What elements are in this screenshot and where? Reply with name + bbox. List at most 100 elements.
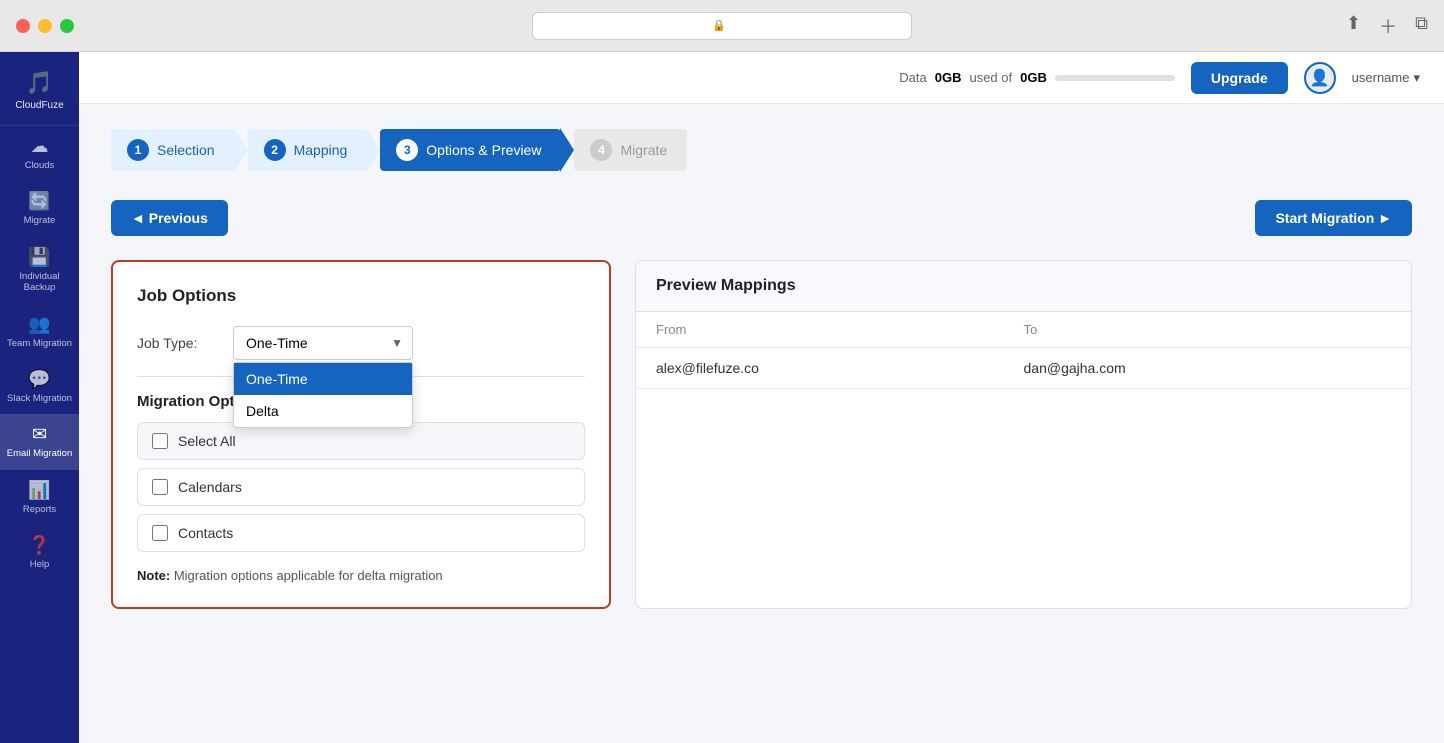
maximize-button[interactable] — [60, 19, 74, 33]
preview-col-headers: From To — [636, 312, 1411, 348]
data-usage-bar — [1055, 75, 1175, 81]
step-2[interactable]: 2 Mapping — [248, 128, 381, 172]
sidebar-item-email-migration[interactable]: ✉ Email Migration — [0, 414, 79, 469]
app-layout: 🎵 CloudFuze ☁ Clouds 🔄 Migrate 💾 Individ… — [0, 52, 1444, 743]
contacts-checkbox[interactable] — [152, 525, 168, 541]
dropdown-menu: One-Time Delta — [233, 362, 413, 428]
preview-header: Preview Mappings — [636, 261, 1411, 312]
calendars-checkbox[interactable] — [152, 479, 168, 495]
team-icon: 👥 — [28, 314, 50, 335]
contacts-label: Contacts — [178, 525, 233, 541]
top-bar: Data 0GB used of 0GB Upgrade 👤 username … — [79, 52, 1444, 104]
sidebar-item-help[interactable]: ❓ Help — [0, 525, 79, 580]
step-arrow-3 — [560, 128, 574, 172]
window-actions: ⬆ ＋ ⧉ — [1346, 13, 1428, 39]
sidebar-item-clouds[interactable]: ☁ Clouds — [0, 126, 79, 181]
data-label: Data — [899, 70, 926, 85]
share-icon[interactable]: ⬆ — [1346, 13, 1361, 39]
upgrade-button[interactable]: Upgrade — [1191, 62, 1288, 94]
address-bar[interactable]: 🔒 — [532, 12, 912, 40]
note-prefix: Note: — [137, 568, 170, 583]
previous-button[interactable]: ◄ Previous — [111, 200, 228, 236]
step-label-migrate: Migrate — [620, 142, 667, 158]
job-type-select[interactable]: One-Time Delta — [233, 326, 413, 360]
close-button[interactable] — [16, 19, 30, 33]
clouds-icon: ☁ — [31, 136, 49, 157]
select-all-label: Select All — [178, 433, 236, 449]
step-arrow-2 — [366, 128, 380, 172]
preview-from-cell: alex@filefuze.co — [656, 360, 1024, 376]
step-3[interactable]: 3 Options & Preview — [380, 128, 574, 172]
sidebar-item-migrate[interactable]: 🔄 Migrate — [0, 181, 79, 236]
job-type-row: Job Type: One-Time Delta ▼ One-Time Delt… — [137, 326, 585, 360]
sidebar-item-team-label: Team Migration — [7, 338, 72, 349]
job-options-panel: Job Options Job Type: One-Time Delta ▼ — [111, 260, 611, 609]
sidebar-item-help-label: Help — [30, 559, 50, 570]
preview-title: Preview Mappings — [656, 277, 1391, 295]
sidebar-item-clouds-label: Clouds — [25, 160, 55, 171]
step-number-2: 2 — [264, 139, 286, 161]
new-tab-icon[interactable]: ＋ — [1379, 13, 1397, 39]
preview-to-cell: dan@gajha.com — [1024, 360, 1392, 376]
help-icon: ❓ — [28, 535, 50, 556]
start-migration-button[interactable]: Start Migration ► — [1255, 200, 1412, 236]
select-all-checkbox[interactable] — [152, 433, 168, 449]
sidebar-item-slack-label: Slack Migration — [7, 393, 72, 404]
stepper: 1 Selection 2 Mapping 3 — [111, 128, 1412, 172]
windows-icon[interactable]: ⧉ — [1415, 13, 1428, 39]
sidebar-item-slack-migration[interactable]: 💬 Slack Migration — [0, 359, 79, 414]
job-type-label: Job Type: — [137, 335, 217, 351]
job-options-title: Job Options — [137, 286, 585, 306]
used-label: used of — [969, 70, 1012, 85]
traffic-lights — [16, 19, 74, 33]
backup-icon: 💾 — [28, 247, 50, 268]
calendars-label: Calendars — [178, 479, 242, 495]
step-4[interactable]: 4 Migrate — [574, 129, 687, 171]
avatar: 👤 — [1304, 62, 1336, 94]
note-content: Migration options applicable for delta m… — [174, 568, 443, 583]
col-from: From — [656, 322, 1024, 337]
step-number-3: 3 — [396, 139, 418, 161]
data-usage: Data 0GB used of 0GB — [899, 70, 1175, 85]
brand-icon: 🎵 — [26, 70, 53, 96]
step-pill-migrate[interactable]: 4 Migrate — [574, 129, 687, 171]
sidebar-item-reports[interactable]: 📊 Reports — [0, 470, 79, 525]
sidebar: 🎵 CloudFuze ☁ Clouds 🔄 Migrate 💾 Individ… — [0, 52, 79, 743]
step-pill-mapping[interactable]: 2 Mapping — [248, 129, 368, 171]
lock-icon: 🔒 — [712, 19, 726, 32]
preview-mappings-panel: Preview Mappings From To alex@filefuze.c… — [635, 260, 1412, 609]
sidebar-brand: 🎵 CloudFuze — [0, 52, 79, 126]
preview-row: alex@filefuze.co dan@gajha.com — [636, 348, 1411, 389]
sidebar-item-team-migration[interactable]: 👥 Team Migration — [0, 304, 79, 359]
step-arrow-1 — [234, 128, 248, 172]
step-label-selection: Selection — [157, 142, 215, 158]
page-content: 1 Selection 2 Mapping 3 — [79, 104, 1444, 743]
window-chrome: 🔒 ⬆ ＋ ⧉ — [0, 0, 1444, 52]
step-pill-options[interactable]: 3 Options & Preview — [380, 129, 561, 171]
sidebar-item-reports-label: Reports — [23, 504, 56, 515]
sidebar-item-email-label: Email Migration — [7, 448, 72, 459]
step-label-options: Options & Preview — [426, 142, 541, 158]
main-content: Data 0GB used of 0GB Upgrade 👤 username … — [79, 52, 1444, 743]
note-text: Note: Migration options applicable for d… — [137, 568, 585, 583]
step-number-1: 1 — [127, 139, 149, 161]
brand-label: CloudFuze — [15, 100, 63, 111]
step-pill-selection[interactable]: 1 Selection — [111, 129, 235, 171]
calendars-row: Calendars — [137, 468, 585, 506]
sidebar-item-migrate-label: Migrate — [24, 215, 56, 226]
step-1[interactable]: 1 Selection — [111, 128, 248, 172]
sidebar-item-individual-backup[interactable]: 💾 Individual Backup — [0, 237, 79, 304]
slack-icon: 💬 — [28, 369, 50, 390]
step-label-mapping: Mapping — [294, 142, 348, 158]
reports-icon: 📊 — [28, 480, 50, 501]
job-type-select-wrapper[interactable]: One-Time Delta ▼ One-Time Delta — [233, 326, 413, 360]
dropdown-item-one-time[interactable]: One-Time — [234, 363, 412, 395]
step-number-4: 4 — [590, 139, 612, 161]
data-used: 0GB — [935, 70, 962, 85]
sidebar-item-backup-label: Individual Backup — [4, 271, 75, 294]
minimize-button[interactable] — [38, 19, 52, 33]
dropdown-item-delta[interactable]: Delta — [234, 395, 412, 427]
user-chevron-icon: ▾ — [1413, 70, 1420, 86]
migrate-icon: 🔄 — [28, 191, 50, 212]
col-to: To — [1024, 322, 1392, 337]
